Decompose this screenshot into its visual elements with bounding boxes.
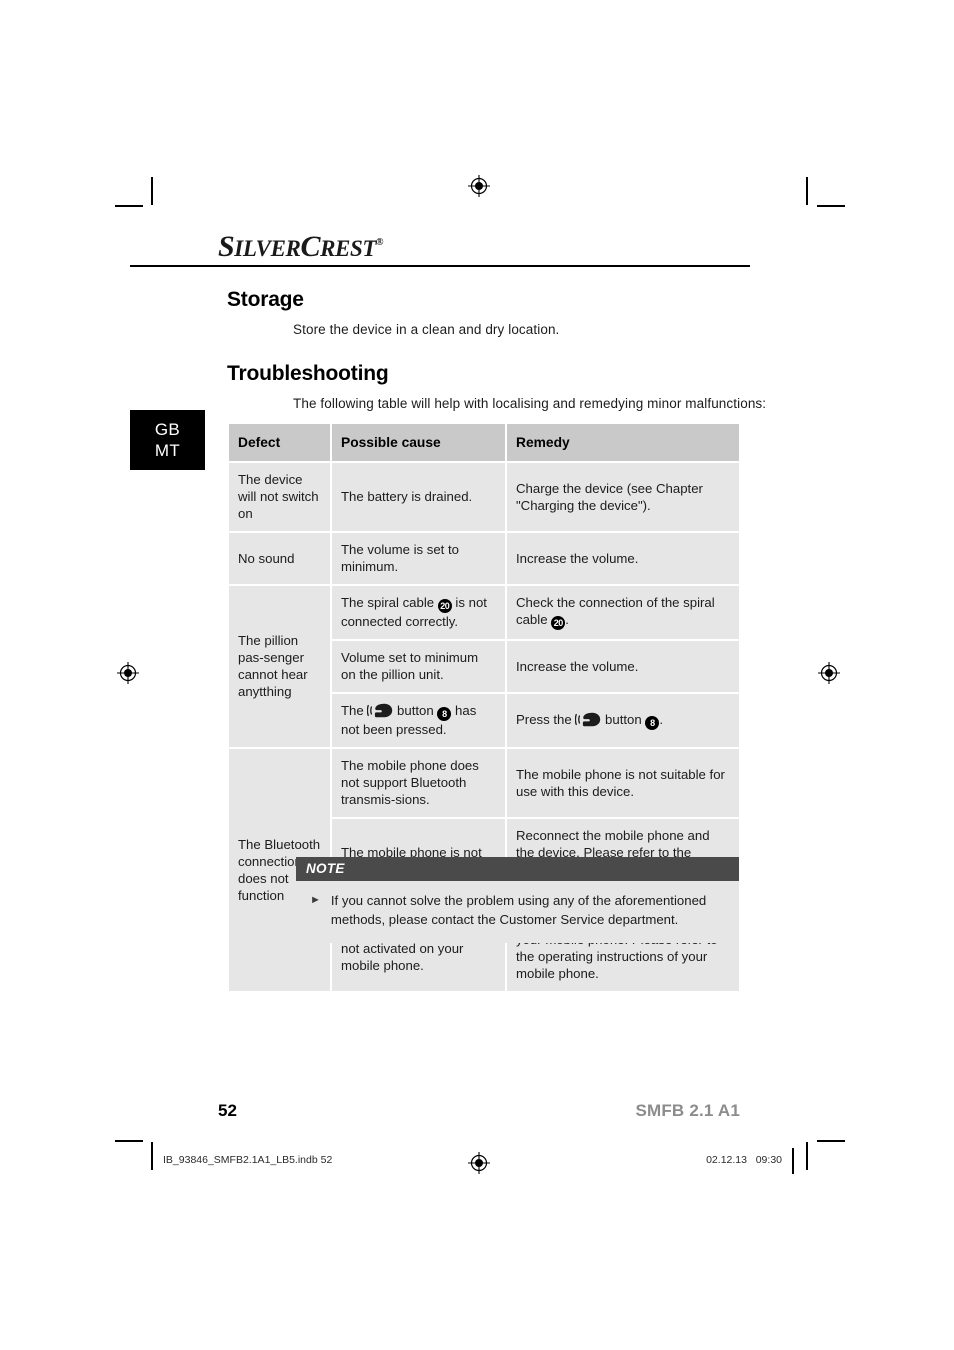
- country-tab-line-2: MT: [154, 441, 181, 460]
- column-header-possible-cause: Possible cause: [332, 424, 507, 463]
- heading-troubleshooting: Troubleshooting: [227, 362, 389, 385]
- crop-mark-top-right-horizontal: [817, 205, 845, 207]
- table-row: The Bluetooth connection does not functi…: [229, 749, 739, 993]
- print-margin-rule: [792, 1148, 794, 1174]
- cell-remedy: Charge the device (see Chapter "Charging…: [507, 463, 739, 533]
- registration-mark-left: [117, 662, 139, 684]
- note-text: If you cannot solve the problem using an…: [330, 893, 707, 927]
- logo-word-rest: REST: [320, 236, 377, 261]
- helmet-intercom-icon: [575, 712, 601, 727]
- table-row: No sound The volume is set to minimum. I…: [229, 533, 739, 586]
- cell-cause: The button 8 has not been pressed.: [332, 694, 507, 749]
- cell-remedy: Increase the volume.: [507, 533, 739, 586]
- logo-letter-s: S: [218, 230, 235, 263]
- crop-mark-bottom-left-horizontal: [115, 1140, 143, 1142]
- country-tab-gb-mt: GB MT: [130, 410, 205, 470]
- registered-trademark-icon: ®: [376, 237, 384, 248]
- helmet-intercom-icon: [367, 703, 393, 718]
- note-box: NOTE ► If you cannot solve the problem u…: [296, 857, 739, 943]
- reference-badge-20: 20: [437, 599, 452, 613]
- cell-defect: The pillion pas-senger cannot hear anytt…: [229, 586, 332, 749]
- page-canvas: SILVERCREST® GB MT Storage Store the dev…: [0, 0, 954, 1350]
- remedy-text-pre: Press the: [516, 711, 576, 727]
- remedy-text-pre: Check the connection of the spiral cable: [516, 595, 715, 627]
- bullet-arrow-icon: ►: [310, 894, 321, 906]
- reference-badge-8: 8: [645, 715, 660, 730]
- cell-cause: The mobile phone does not support Blueto…: [332, 749, 507, 819]
- model-name: SMFB 2.1 A1: [635, 1101, 740, 1120]
- logo-word-ilver: ILVER: [234, 236, 301, 261]
- print-source-filename: IB_93846_SMFB2.1A1_LB5.indb 52: [163, 1154, 333, 1166]
- registration-mark-bottom: [468, 1152, 490, 1174]
- cell-cause: The volume is set to minimum.: [332, 533, 507, 586]
- cell-remedy: Increase the volume.: [507, 641, 739, 694]
- note-body: ► If you cannot solve the problem using …: [296, 881, 739, 943]
- table-header-row: Defect Possible cause Remedy: [229, 424, 739, 463]
- cell-remedy: The mobile phone is not suitable for use…: [507, 749, 739, 819]
- remedy-text-mid: button: [601, 711, 646, 727]
- print-timestamp: 02.12.13 09:30: [706, 1154, 782, 1166]
- note-title: NOTE: [296, 857, 739, 881]
- crop-mark-top-left-vertical: [151, 177, 153, 205]
- troubleshooting-intro-text: The following table will help with local…: [293, 396, 767, 411]
- cell-remedy: Check the connection of the spiral cable…: [507, 586, 739, 641]
- remedy-text-post: .: [565, 612, 569, 627]
- cause-text-pre: The spiral cable: [341, 595, 438, 610]
- remedy-text-post: .: [659, 711, 664, 727]
- crop-mark-top-right-vertical: [806, 177, 808, 205]
- heading-storage: Storage: [227, 288, 304, 311]
- storage-body-text: Store the device in a clean and dry loca…: [293, 322, 560, 337]
- registration-mark-right: [818, 662, 840, 684]
- brand-logo: SILVERCREST®: [218, 228, 648, 262]
- crop-mark-bottom-right-vertical: [806, 1142, 808, 1170]
- country-tab-line-1: GB: [154, 420, 181, 439]
- cell-cause: The battery is drained.: [332, 463, 507, 533]
- registration-mark-top: [468, 175, 490, 197]
- logo-letter-c: C: [300, 230, 321, 263]
- cell-remedy: Press the button 8.: [507, 694, 739, 749]
- cause-text-pre: The: [341, 703, 368, 718]
- crop-mark-bottom-left-vertical: [151, 1142, 153, 1170]
- header-divider: [130, 265, 750, 267]
- column-header-defect: Defect: [229, 424, 332, 463]
- cell-cause: The spiral cable 20 is not connected cor…: [332, 586, 507, 641]
- table-row: The pillion pas-senger cannot hear anytt…: [229, 586, 739, 749]
- crop-mark-bottom-right-horizontal: [817, 1140, 845, 1142]
- crop-mark-top-left-horizontal: [115, 205, 143, 207]
- column-header-remedy: Remedy: [507, 424, 739, 463]
- reference-badge-8: 8: [437, 707, 452, 721]
- page-number: 52: [218, 1101, 237, 1120]
- cause-text-mid: button: [393, 703, 438, 718]
- table-row: The device will not switch on The batter…: [229, 463, 739, 533]
- cell-cause: Volume set to minimum on the pillion uni…: [332, 641, 507, 694]
- cell-defect: The device will not switch on: [229, 463, 332, 533]
- reference-badge-20: 20: [551, 616, 566, 630]
- cell-defect: No sound: [229, 533, 332, 586]
